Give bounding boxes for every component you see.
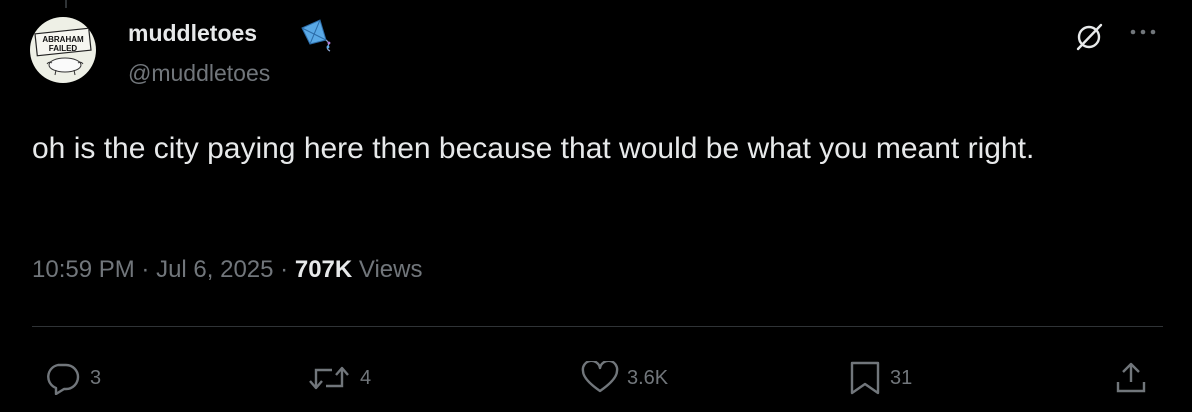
meta-separator: · — [141, 256, 150, 283]
avatar-sign-line2: FAILED — [48, 44, 78, 53]
display-name[interactable]: muddletoes — [128, 20, 257, 47]
tweet-text: oh is the city paying here then because … — [32, 132, 1035, 165]
tweet-metadata: 10:59 PM · Jul 6, 2025 · 707K Views — [32, 256, 422, 284]
more-icon[interactable] — [1128, 26, 1158, 38]
views-label: Views — [358, 256, 423, 283]
bookmark-count: 31 — [890, 366, 913, 389]
bookmark-button[interactable]: 31 — [848, 361, 912, 395]
divider — [32, 326, 1163, 327]
repost-icon — [309, 366, 349, 390]
bookmark-icon — [850, 361, 880, 395]
avatar-sign-line1: ABRAHAM — [42, 35, 84, 44]
views-count[interactable]: 707K — [295, 256, 352, 283]
tweet-time[interactable]: 10:59 PM — [32, 256, 135, 283]
reply-icon — [47, 363, 80, 395]
tweet-date[interactable]: Jul 6, 2025 — [156, 256, 273, 283]
heart-icon — [581, 361, 619, 393]
grok-icon[interactable] — [1073, 21, 1105, 53]
repost-count: 4 — [360, 366, 372, 389]
reply-count: 3 — [90, 366, 102, 389]
like-button[interactable]: 3.6K — [581, 361, 668, 395]
share-button[interactable] — [1113, 361, 1149, 395]
avatar[interactable]: ABRAHAM FAILED — [30, 17, 96, 83]
thread-connector-line — [65, 0, 67, 8]
user-handle[interactable]: @muddletoes — [128, 60, 270, 87]
like-count: 3.6K — [627, 366, 669, 389]
share-icon — [1116, 362, 1146, 393]
meta-separator: · — [280, 256, 289, 283]
repost-button[interactable]: 4 — [306, 361, 371, 395]
kite-icon — [301, 19, 331, 52]
reply-button[interactable]: 3 — [42, 361, 101, 395]
